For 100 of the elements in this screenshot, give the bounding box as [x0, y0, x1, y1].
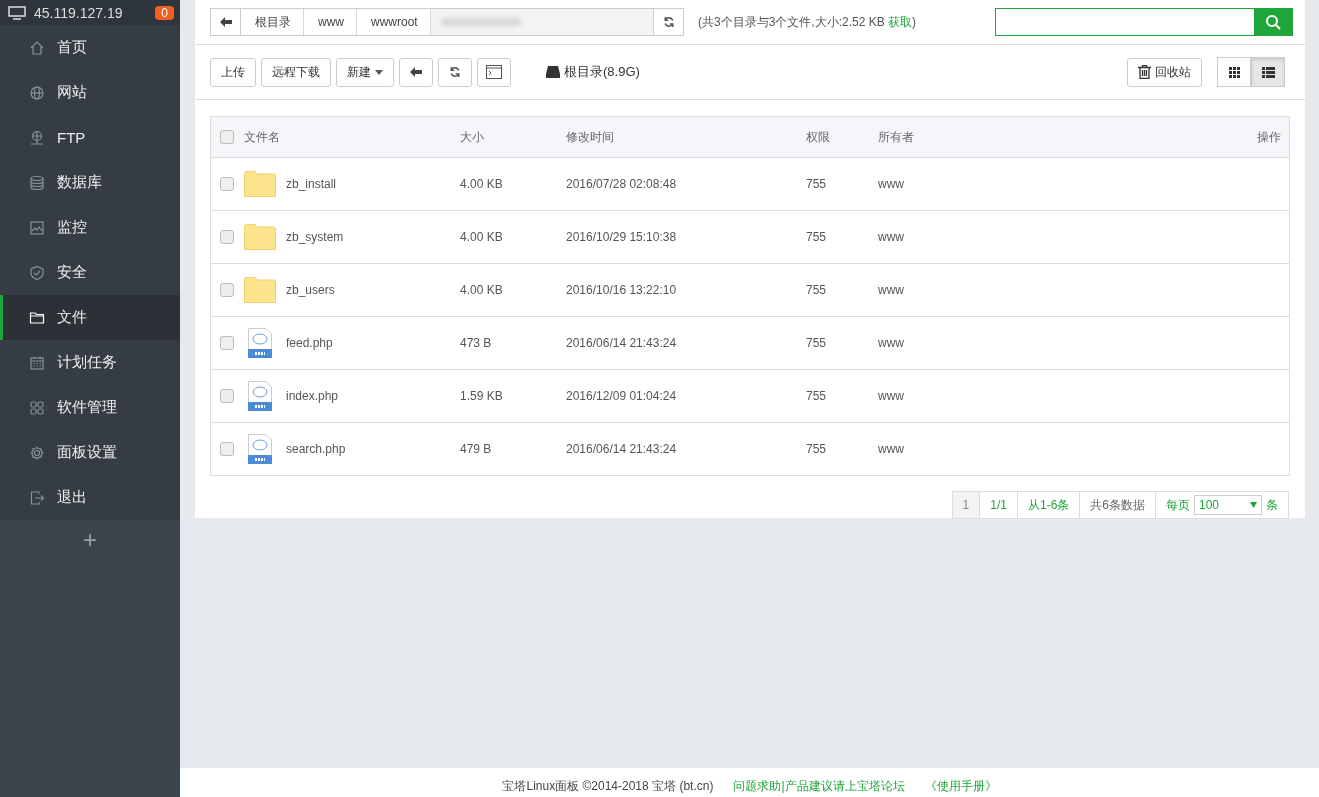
file-size: 4.00 KB	[460, 177, 503, 191]
page-count: 1/1	[979, 491, 1018, 519]
breadcrumb-item[interactable]: wwwroot	[357, 9, 431, 35]
home-icon	[29, 39, 45, 56]
list-view-button[interactable]	[1251, 57, 1285, 87]
logout-icon	[29, 489, 45, 506]
row-checkbox[interactable]	[220, 283, 234, 297]
search-button[interactable]	[1254, 9, 1292, 35]
breadcrumb-item[interactable]: www	[304, 9, 357, 35]
new-dropdown-button[interactable]: 新建	[336, 57, 394, 87]
file-name[interactable]: feed.php	[286, 336, 333, 350]
sidebar-item[interactable]: 数据库	[0, 160, 180, 205]
file-name[interactable]: zb_install	[286, 177, 337, 191]
file-name[interactable]: index.php	[286, 389, 339, 403]
row-checkbox[interactable]	[220, 177, 234, 191]
permission: 755	[806, 389, 827, 403]
calendar-icon	[29, 354, 45, 371]
owner: www	[878, 442, 904, 456]
settings-icon	[29, 444, 45, 461]
sidebar-item[interactable]: 监控	[0, 205, 180, 250]
sidebar-item[interactable]: 安全	[0, 250, 180, 295]
folder-icon	[244, 224, 276, 250]
sidebar-item[interactable]: 网站	[0, 70, 180, 115]
breadcrumb-item[interactable]: 根目录	[241, 9, 304, 35]
search-field[interactable]	[995, 8, 1293, 36]
back-arrow-icon	[219, 17, 232, 27]
disk-label[interactable]: 根目录(8.9G)	[546, 63, 640, 81]
modified-time: 2016/10/29 15:10:38	[566, 230, 677, 244]
sidebar-item[interactable]: 文件	[0, 295, 180, 340]
sidebar-item[interactable]: FTP	[0, 115, 180, 160]
column-header: 所有者	[878, 129, 914, 144]
grid-icon	[1228, 66, 1240, 78]
file-size: 473 B	[460, 336, 492, 350]
file-name[interactable]: search.php	[286, 442, 346, 456]
permission: 755	[806, 177, 827, 191]
file-size: 4.00 KB	[460, 230, 503, 244]
caret-icon	[1250, 502, 1257, 508]
permission: 755	[806, 230, 827, 244]
list-icon	[1261, 66, 1275, 78]
apps-icon	[29, 399, 45, 416]
trash-icon	[1138, 65, 1151, 79]
terminal-button[interactable]	[477, 57, 511, 87]
permission: 755	[806, 283, 827, 297]
globe-icon	[29, 84, 45, 101]
modified-time: 2016/06/14 21:43:24	[566, 442, 677, 456]
sidebar-item[interactable]: 计划任务	[0, 340, 180, 385]
owner: www	[878, 230, 904, 244]
terminal-icon	[486, 65, 502, 79]
row-checkbox[interactable]	[220, 442, 234, 456]
directory-summary: (共3个目录与3个文件,大小:2.52 KB 获取)	[698, 13, 917, 31]
file-size: 479 B	[460, 442, 492, 456]
folder-icon	[244, 171, 276, 197]
per-page-unit: 条	[1266, 496, 1278, 514]
recycle-bin-button[interactable]: 回收站	[1127, 57, 1202, 87]
modified-time: 2016/07/28 02:08:48	[566, 177, 677, 191]
search-icon	[1265, 14, 1281, 30]
modified-time: 2016/10/16 13:22:10	[566, 283, 677, 297]
owner: www	[878, 389, 904, 403]
file-size: 1.59 KB	[460, 389, 503, 403]
chart-icon	[29, 219, 45, 236]
record-total: 共6条数据	[1079, 491, 1156, 519]
add-button[interactable]: +	[83, 526, 97, 554]
column-header: 权限	[806, 129, 830, 144]
select-all-checkbox[interactable]	[220, 130, 234, 144]
toolbar-button[interactable]: 远程下载	[261, 57, 331, 87]
grid-view-button[interactable]	[1217, 57, 1251, 87]
back-button[interactable]	[399, 57, 433, 87]
per-page-label: 每页	[1166, 496, 1190, 514]
permission: 755	[806, 336, 827, 350]
server-icon	[8, 5, 26, 20]
caret-icon	[375, 69, 383, 75]
file-name[interactable]: zb_users	[286, 283, 335, 297]
modified-time: 2016/06/14 21:43:24	[566, 336, 677, 350]
toolbar-button[interactable]: 上传	[210, 57, 256, 87]
copyright-text: 宝塔Linux面板 ©2014-2018 宝塔 (bt.cn)	[502, 778, 714, 795]
file-name[interactable]: zb_system	[286, 230, 344, 244]
owner: www	[878, 336, 904, 350]
database-icon	[29, 174, 45, 191]
sidebar-item[interactable]: 面板设置	[0, 430, 180, 475]
column-header: 文件名	[244, 129, 280, 144]
row-checkbox[interactable]	[220, 230, 234, 244]
refresh-button[interactable]	[653, 9, 683, 35]
refresh-icon	[449, 66, 461, 78]
folder-icon	[244, 277, 276, 303]
sidebar-item[interactable]: 软件管理	[0, 385, 180, 430]
modified-time: 2016/12/09 01:04:24	[566, 389, 677, 403]
column-header: 大小	[460, 129, 484, 144]
row-checkbox[interactable]	[220, 336, 234, 350]
record-range: 从1-6条	[1016, 491, 1081, 519]
refresh-button[interactable]	[438, 57, 472, 87]
sidebar-item[interactable]: 退出	[0, 475, 180, 520]
php-file-icon	[247, 434, 273, 464]
network-globe-icon	[29, 129, 45, 146]
file-size: 4.00 KB	[460, 283, 503, 297]
php-file-icon	[247, 328, 273, 358]
sidebar-item[interactable]: 首页	[0, 25, 180, 70]
permission: 755	[806, 442, 827, 456]
row-checkbox[interactable]	[220, 389, 234, 403]
back-button[interactable]	[211, 9, 241, 35]
refresh-icon	[662, 16, 675, 28]
